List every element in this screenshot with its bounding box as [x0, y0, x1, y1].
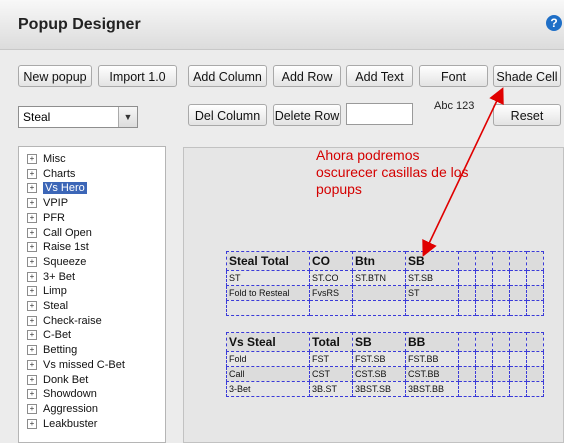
annotation-arrow-icon [422, 87, 504, 257]
